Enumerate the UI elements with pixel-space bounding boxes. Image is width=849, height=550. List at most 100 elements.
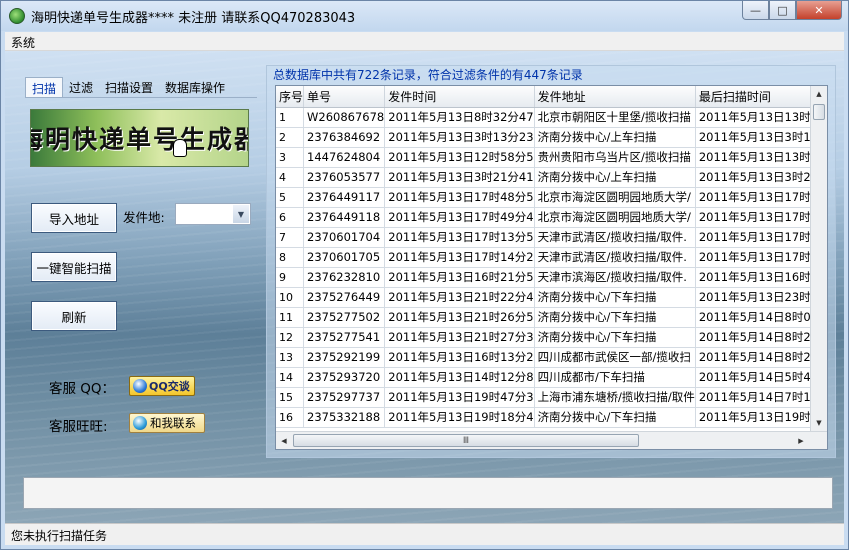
records-summary: 总数据库中共有722条记录，符合过滤条件的有447条记录 — [273, 68, 583, 82]
table-cell: 13 — [276, 347, 305, 368]
minimize-button[interactable]: — — [742, 1, 769, 20]
tab-scan[interactable]: 扫描 — [25, 77, 64, 98]
table-cell: 2011年5月13日16时21分 — [695, 267, 827, 288]
table-cell: 2375276449 — [303, 287, 386, 308]
qq-icon — [133, 379, 147, 393]
table-cell: 2011年5月13日19时47分3 — [384, 387, 535, 408]
table-cell: 9 — [276, 267, 305, 288]
table-row[interactable]: 16 2375332188 2011年5月13日19时18分4 济南分拨中心/下车扫描… — [276, 407, 827, 428]
table-cell: 2011年5月13日23时24分 — [695, 287, 827, 308]
horizontal-scroll-thumb[interactable]: Ⅲ — [293, 434, 639, 447]
table-cell: 济南分拨中心/下车扫描 — [534, 287, 696, 308]
smart-scan-button[interactable]: 一键智能扫描 — [31, 252, 117, 282]
sender-label: 发件地: — [123, 210, 165, 225]
table-row[interactable]: 5 2376449117 2011年5月13日17时48分5 北京市海淀区圆明园地质大… — [276, 187, 827, 208]
wangwang-support-label: 客服旺旺: — [49, 419, 108, 435]
scroll-up-icon[interactable]: ▲ — [811, 86, 827, 102]
vertical-scroll-thumb[interactable] — [813, 104, 825, 120]
table-cell: 四川成都市武侯区一部/揽收扫 — [534, 347, 696, 368]
main-area: 扫描 过滤 扫描设置 数据库操作 海明快递单号生成器 导入地址 发件地: ▼ 一… — [5, 51, 844, 523]
table-cell: 2375297737 — [303, 387, 386, 408]
records-grid[interactable]: 序号 单号 发件时间 发件地址 最后扫描时间 1 W260867678 2011年5… — [275, 85, 828, 450]
table-cell: 2375277502 — [303, 307, 386, 328]
table-cell: 贵州贵阳市乌当片区/揽收扫描 — [534, 147, 696, 168]
table-cell: 2011年5月13日3时13分2 — [695, 127, 827, 148]
chevron-down-icon[interactable]: ▼ — [233, 205, 249, 223]
table-cell: 16 — [276, 407, 305, 428]
menu-system[interactable]: 系统 — [11, 34, 35, 51]
qq-chat-button[interactable]: QQ交谈 — [129, 376, 195, 396]
table-cell: 2011年5月13日17时14分2 — [384, 247, 535, 268]
table-cell: 12 — [276, 327, 305, 348]
table-cell: 2011年5月13日3时21分4 — [695, 167, 827, 188]
tab-divider — [25, 97, 257, 98]
tab-scan-settings[interactable]: 扫描设置 — [99, 77, 159, 98]
table-cell: 天津市武清区/揽收扫描/取件. — [534, 227, 696, 248]
scroll-down-icon[interactable]: ▼ — [811, 415, 827, 431]
column-header[interactable]: 发件地址 — [534, 86, 696, 108]
table-row[interactable]: 8 2370601705 2011年5月13日17时14分2 天津市武清区/揽收扫描/… — [276, 247, 827, 268]
qq-chat-label: QQ交谈 — [149, 380, 190, 393]
table-cell: 8 — [276, 247, 305, 268]
scroll-grip: Ⅲ — [462, 435, 470, 446]
table-cell: 10 — [276, 287, 305, 308]
table-cell: 2011年5月13日17时48分5 — [384, 187, 535, 208]
table-cell: 2011年5月13日17时13分5 — [384, 227, 535, 248]
table-row[interactable]: 11 2375277502 2011年5月13日21时26分5 济南分拨中心/下车扫描… — [276, 307, 827, 328]
table-cell: 2011年5月13日12时58分5 — [384, 147, 535, 168]
scroll-right-icon[interactable]: ▶ — [793, 432, 809, 449]
table-cell: 3 — [276, 147, 305, 168]
table-cell: 济南分拨中心/下车扫描 — [534, 407, 696, 428]
table-cell: 四川成都市/下车扫描 — [534, 367, 696, 388]
horizontal-scrollbar[interactable]: ◀ Ⅲ ▶ — [276, 431, 827, 449]
tab-database[interactable]: 数据库操作 — [159, 77, 231, 98]
table-cell: 2011年5月13日13时4分3 — [695, 147, 827, 168]
app-window: 海明快递单号生成器**** 未注册 请联系QQ470283043 — □ ✕ 系… — [0, 0, 849, 550]
table-cell: 2011年5月13日16时13分2 — [384, 347, 535, 368]
records-table: 序号 单号 发件时间 发件地址 最后扫描时间 1 W260867678 2011年5… — [276, 86, 827, 428]
table-row[interactable]: 7 2370601704 2011年5月13日17时13分5 天津市武清区/揽收扫描/… — [276, 227, 827, 248]
sender-select[interactable]: ▼ — [175, 203, 251, 225]
table-cell: 2011年5月13日17时16分 — [695, 247, 827, 268]
wangwang-contact-button[interactable]: 和我联系 — [129, 413, 205, 433]
table-cell: 4 — [276, 167, 305, 188]
table-cell: 2011年5月13日17时16分 — [695, 227, 827, 248]
title-bar[interactable]: 海明快递单号生成器**** 未注册 请联系QQ470283043 — □ ✕ — [1, 1, 848, 31]
table-cell: 2370601704 — [303, 227, 386, 248]
tab-filter[interactable]: 过滤 — [63, 77, 99, 98]
table-cell: 北京市海淀区圆明园地质大学/ — [534, 207, 696, 228]
table-row[interactable]: 1 W260867678 2011年5月13日8时32分47 北京市朝阳区十里堡/揽收… — [276, 107, 827, 128]
table-cell: W260867678 — [303, 107, 386, 128]
column-header[interactable]: 最后扫描时间 — [695, 86, 827, 108]
table-cell: 2011年5月14日8时23分5 — [695, 327, 827, 348]
table-cell: 2011年5月13日21时27分3 — [384, 327, 535, 348]
import-address-button[interactable]: 导入地址 — [31, 203, 117, 233]
table-cell: 2376232810 — [303, 267, 386, 288]
table-row[interactable]: 4 2376053577 2011年5月13日3时21分41 济南分拨中心/上车扫描 2… — [276, 167, 827, 188]
table-row[interactable]: 10 2375276449 2011年5月13日21时22分4 济南分拨中心/下车扫描… — [276, 287, 827, 308]
column-header[interactable]: 单号 — [303, 86, 386, 108]
table-row[interactable]: 6 2376449118 2011年5月13日17时49分4 北京市海淀区圆明园地质大… — [276, 207, 827, 228]
product-banner: 海明快递单号生成器 — [30, 109, 249, 167]
table-cell: 济南分拨中心/下车扫描 — [534, 327, 696, 348]
table-row[interactable]: 13 2375292199 2011年5月13日16时13分2 四川成都市武侯区一部/… — [276, 347, 827, 368]
column-header[interactable]: 发件时间 — [384, 86, 535, 108]
table-row[interactable]: 14 2375293720 2011年5月13日14时12分8 四川成都市/下车扫描 2… — [276, 367, 827, 388]
column-header[interactable]: 序号 — [276, 86, 305, 108]
maximize-button[interactable]: □ — [769, 1, 796, 20]
table-row[interactable]: 15 2375297737 2011年5月13日19时47分3 上海市浦东塘桥/揽收扫… — [276, 387, 827, 408]
log-box[interactable] — [23, 477, 833, 509]
table-row[interactable]: 9 2376232810 2011年5月13日16时21分5 天津市滨海区/揽收扫描/… — [276, 267, 827, 288]
wangwang-contact-label: 和我联系 — [150, 416, 196, 430]
table-cell: 2011年5月13日3时13分23 — [384, 127, 535, 148]
table-cell: 2376384692 — [303, 127, 386, 148]
refresh-button[interactable]: 刷新 — [31, 301, 117, 331]
table-row[interactable]: 2 2376384692 2011年5月13日3时13分23 济南分拨中心/上车扫描 2… — [276, 127, 827, 148]
vertical-scrollbar[interactable]: ▲ ▼ — [810, 86, 827, 431]
table-row[interactable]: 12 2375277541 2011年5月13日21时27分3 济南分拨中心/下车扫描… — [276, 327, 827, 348]
scroll-left-icon[interactable]: ◀ — [276, 432, 292, 449]
table-row[interactable]: 3 1447624804 2011年5月13日12时58分5 贵州贵阳市乌当片区/揽收… — [276, 147, 827, 168]
wangwang-icon — [133, 416, 147, 430]
table-cell: 天津市滨海区/揽收扫描/取件. — [534, 267, 696, 288]
close-button[interactable]: ✕ — [796, 1, 842, 20]
